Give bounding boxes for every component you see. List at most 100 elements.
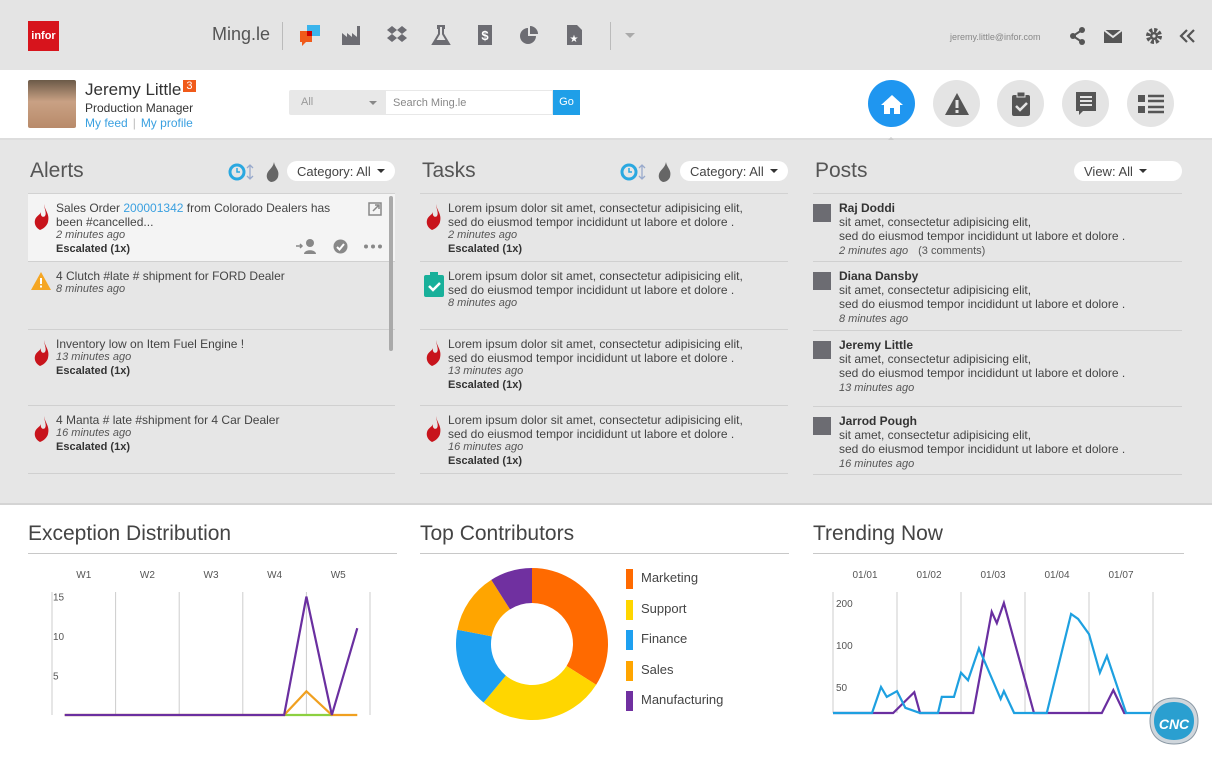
alerts-item[interactable]: 4 Clutch #late # shipment for FORD Deale…: [28, 262, 395, 330]
profile-links: My feed | My profile: [85, 116, 193, 130]
mingle-chat-icon[interactable]: [299, 24, 321, 46]
search-scope-select[interactable]: All: [289, 90, 385, 115]
post-comments-link[interactable]: (3 comments): [918, 245, 985, 257]
post-author-avatar[interactable]: [813, 272, 831, 290]
top-bar: infor Ming.le $ ★ jeremy.little@infor.co…: [0, 0, 1212, 70]
item-text: Inventory low on Item Fuel Engine !: [56, 337, 356, 351]
nav-posts-button[interactable]: [1062, 80, 1109, 127]
infor-logo[interactable]: infor: [28, 21, 59, 51]
escalation-status: Escalated (1x): [448, 379, 522, 391]
flame-icon: [34, 340, 49, 366]
complete-check-icon[interactable]: [333, 239, 348, 254]
item-time: 16 minutes ago: [448, 441, 524, 453]
post-item[interactable]: Raj Doddi sit amet, consectetur adipisici…: [813, 194, 1182, 262]
comment-icon: [1075, 91, 1096, 115]
post-text: sit amet, consectetur adipisicing elit,: [839, 215, 1032, 229]
assign-user-icon[interactable]: [296, 238, 318, 254]
flame-filter-icon[interactable]: [658, 162, 672, 182]
x-tick-label: W1: [76, 570, 91, 581]
avatar[interactable]: [28, 80, 76, 128]
post-author[interactable]: Raj Doddi: [839, 201, 1182, 215]
item-time: 8 minutes ago: [448, 297, 518, 309]
my-feed-link[interactable]: My feed: [85, 116, 128, 130]
starred-document-icon[interactable]: ★: [563, 24, 585, 46]
user-email[interactable]: jeremy.little@infor.com: [950, 32, 1041, 42]
tasks-item[interactable]: Lorem ipsum dolor sit amet, consectetur …: [420, 262, 788, 330]
item-message: Sales Order: [56, 201, 124, 215]
post-text: sit amet, consectetur adipisicing elit,: [839, 352, 1032, 366]
item-message: Lorem ipsum dolor sit amet, consectetur …: [448, 413, 743, 441]
share-icon[interactable]: [1068, 27, 1088, 45]
tasks-item[interactable]: Lorem ipsum dolor sit amet, consectetur …: [420, 406, 788, 474]
nav-alerts-button[interactable]: [933, 80, 980, 127]
posts-view-filter[interactable]: View: All: [1074, 161, 1182, 181]
gear-icon[interactable]: [1144, 27, 1164, 45]
sort-by-time-icon[interactable]: [620, 163, 648, 181]
y-tick-label: 100: [836, 641, 853, 652]
item-message: 4 Manta # late #shipment for 4 Car Deale…: [56, 413, 280, 427]
item-text: Lorem ipsum dolor sit amet, consectetur …: [448, 413, 748, 441]
escalation-status: Escalated (1x): [448, 455, 522, 467]
divider: [28, 553, 397, 554]
warning-icon: [31, 272, 51, 290]
exception-distribution-chart: W1 W2 W3 W4 W5 5 10 15: [51, 570, 371, 717]
y-tick-label: 200: [836, 599, 853, 610]
cnc-watermark-logo: CNC: [1149, 697, 1199, 745]
post-author[interactable]: Jeremy Little: [839, 338, 1182, 352]
alerts-item[interactable]: 4 Manta # late #shipment for 4 Car Deale…: [28, 406, 395, 474]
post-author[interactable]: Diana Dansby: [839, 269, 1182, 283]
series-line: [64, 689, 358, 717]
item-text: Lorem ipsum dolor sit amet, consectetur …: [448, 337, 748, 365]
alerts-scrollbar[interactable]: [389, 196, 393, 351]
tasks-item[interactable]: Lorem ipsum dolor sit amet, consectetur …: [420, 194, 788, 262]
item-time: 2 minutes ago: [448, 229, 518, 241]
more-options-icon[interactable]: [363, 244, 383, 249]
nav-list-button[interactable]: [1127, 80, 1174, 127]
open-external-icon[interactable]: [368, 202, 382, 216]
legend-label: Support: [641, 600, 687, 616]
factory-icon[interactable]: [340, 24, 362, 46]
search-input[interactable]: Search Ming.le: [385, 90, 553, 115]
alerts-category-filter[interactable]: Category: All: [287, 161, 395, 181]
post-author-avatar[interactable]: [813, 204, 831, 222]
chevron-down-icon[interactable]: [625, 33, 635, 39]
app-name[interactable]: Ming.le: [212, 24, 270, 45]
top-contributors-donut: [456, 568, 608, 720]
y-tick-label: 5: [53, 672, 59, 683]
post-item[interactable]: Jeremy Little sit amet, consectetur adipi…: [813, 331, 1182, 407]
flame-icon: [34, 416, 49, 442]
pie-chart-icon[interactable]: [518, 24, 540, 46]
mail-icon[interactable]: [1103, 27, 1123, 45]
search-go-button[interactable]: Go: [553, 90, 580, 115]
sort-by-time-icon[interactable]: [228, 163, 256, 181]
legend-label: Marketing: [641, 570, 699, 585]
alerts-item[interactable]: Inventory low on Item Fuel Engine ! 13 mi…: [28, 330, 395, 406]
dollar-document-icon[interactable]: $: [474, 24, 496, 46]
posts-title: Posts: [815, 159, 868, 182]
flame-icon: [426, 204, 441, 230]
order-link[interactable]: 200001342: [123, 201, 183, 215]
flask-icon[interactable]: [430, 24, 452, 46]
post-text: sed do eiusmod tempor incididunt ut labo…: [839, 297, 1126, 311]
collapse-icon[interactable]: [1178, 27, 1198, 45]
tasks-item[interactable]: Lorem ipsum dolor sit amet, consectetur …: [420, 330, 788, 406]
tasks-category-filter[interactable]: Category: All: [680, 161, 788, 181]
post-author[interactable]: Jarrod Pough: [839, 414, 1182, 428]
y-tick-label: 15: [53, 593, 65, 604]
flame-icon: [426, 340, 441, 366]
legend-item: Sales: [626, 660, 723, 693]
alerts-item[interactable]: Sales Order 200001342 from Colorado Deal…: [28, 194, 395, 262]
post-item[interactable]: Diana Dansby sit amet, consectetur adipis…: [813, 262, 1182, 331]
nav-tasks-button[interactable]: [997, 80, 1044, 127]
item-text: Lorem ipsum dolor sit amet, consectetur …: [448, 269, 748, 297]
user-name[interactable]: Jeremy Little 3: [85, 80, 196, 100]
my-profile-link[interactable]: My profile: [141, 116, 193, 130]
flame-filter-icon[interactable]: [266, 162, 280, 182]
notification-badge[interactable]: 3: [183, 80, 196, 92]
post-author-avatar[interactable]: [813, 341, 831, 359]
post-author-avatar[interactable]: [813, 417, 831, 435]
dropbox-icon[interactable]: [386, 24, 408, 46]
nav-home-button[interactable]: [868, 80, 915, 127]
post-item[interactable]: Jarrod Pough sit amet, consectetur adipis…: [813, 407, 1182, 475]
flame-icon-wrap: [34, 416, 50, 445]
